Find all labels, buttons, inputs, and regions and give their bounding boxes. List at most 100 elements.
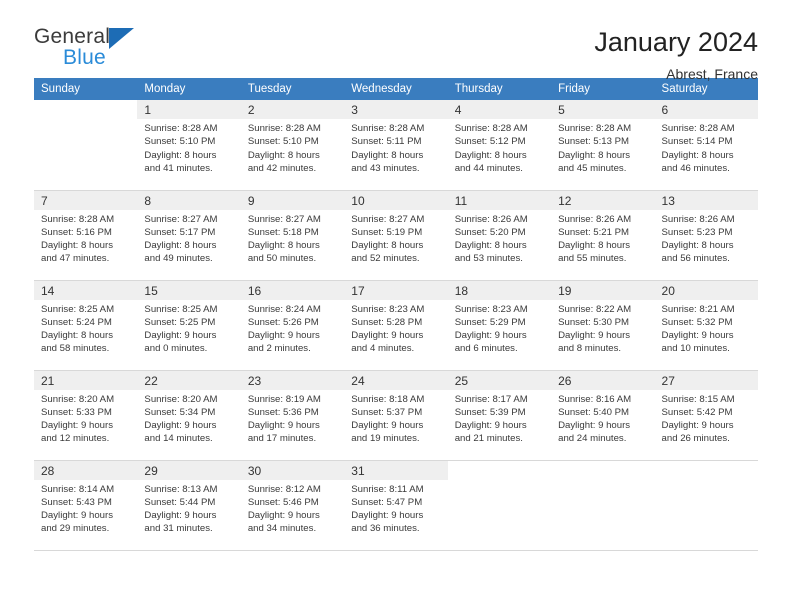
calendar-week-row: 14 Sunrise: 8:25 AM Sunset: 5:24 PM Dayli… <box>34 280 758 369</box>
day-number: 17 <box>344 280 448 300</box>
day-number: 4 <box>447 100 552 119</box>
day-sun-info <box>34 119 137 122</box>
day-number: 23 <box>240 370 345 390</box>
calendar-day-cell[interactable]: 7 Sunrise: 8:28 AM Sunset: 5:16 PM Daylig… <box>34 190 138 279</box>
calendar-week-row: 28 Sunrise: 8:14 AM Sunset: 5:43 PM Dayli… <box>34 460 758 549</box>
calendar-day-cell[interactable]: 13 Sunrise: 8:26 AM Sunset: 5:23 PM Dayli… <box>654 190 758 279</box>
day-sun-info: Sunrise: 8:28 AM Sunset: 5:13 PM Dayligh… <box>558 123 632 174</box>
calendar-day-cell[interactable]: 26 Sunrise: 8:16 AM Sunset: 5:40 PM Dayli… <box>551 370 655 459</box>
day-sun-info: Sunrise: 8:26 AM Sunset: 5:20 PM Dayligh… <box>454 213 528 265</box>
calendar-day-cell[interactable]: 6 Sunrise: 8:28 AM Sunset: 5:14 PM Daylig… <box>654 100 758 189</box>
day-sun-info: Sunrise: 8:20 AM Sunset: 5:33 PM Dayligh… <box>41 393 115 445</box>
weekday-header-wednesday: Wednesday <box>344 78 448 100</box>
day-number <box>551 460 655 480</box>
calendar-day-cell[interactable]: 22 Sunrise: 8:20 AM Sunset: 5:34 PM Dayli… <box>137 370 241 459</box>
general-blue-logo: General Blue <box>34 26 174 78</box>
day-sun-info: Sunrise: 8:23 AM Sunset: 5:28 PM Dayligh… <box>351 303 425 355</box>
day-sun-info: Sunrise: 8:22 AM Sunset: 5:30 PM Dayligh… <box>558 303 632 355</box>
day-number: 29 <box>137 460 241 480</box>
calendar-day-cell[interactable]: 20 Sunrise: 8:21 AM Sunset: 5:32 PM Dayli… <box>654 280 758 369</box>
calendar-day-cell[interactable]: 2 Sunrise: 8:28 AM Sunset: 5:10 PM Daylig… <box>240 100 345 189</box>
calendar-empty-cell <box>551 460 655 549</box>
day-number: 10 <box>344 190 448 210</box>
page-title: January 2024 <box>594 27 758 57</box>
day-sun-info: Sunrise: 8:26 AM Sunset: 5:23 PM Dayligh… <box>661 213 735 265</box>
day-number: 24 <box>344 370 448 390</box>
week-separator-line <box>34 549 758 551</box>
day-number <box>447 460 552 480</box>
day-sun-info: Sunrise: 8:25 AM Sunset: 5:25 PM Dayligh… <box>144 303 218 355</box>
calendar-day-cell[interactable]: 14 Sunrise: 8:25 AM Sunset: 5:24 PM Dayli… <box>34 280 138 369</box>
day-sun-info: Sunrise: 8:28 AM Sunset: 5:12 PM Dayligh… <box>454 123 528 174</box>
calendar-day-cell[interactable]: 5 Sunrise: 8:28 AM Sunset: 5:13 PM Daylig… <box>551 100 655 189</box>
calendar-day-cell[interactable]: 18 Sunrise: 8:23 AM Sunset: 5:29 PM Dayli… <box>447 280 552 369</box>
day-sun-info: Sunrise: 8:14 AM Sunset: 5:43 PM Dayligh… <box>41 483 115 535</box>
day-number: 8 <box>137 190 241 210</box>
title-block: January 2024 Abrest, France <box>594 26 758 82</box>
day-sun-info: Sunrise: 8:25 AM Sunset: 5:24 PM Dayligh… <box>41 303 115 355</box>
calendar-empty-cell <box>34 100 138 189</box>
day-sun-info: Sunrise: 8:16 AM Sunset: 5:40 PM Dayligh… <box>558 393 632 445</box>
calendar-day-cell[interactable]: 9 Sunrise: 8:27 AM Sunset: 5:18 PM Daylig… <box>240 190 345 279</box>
calendar-empty-cell <box>654 460 758 549</box>
calendar-day-cell[interactable]: 24 Sunrise: 8:18 AM Sunset: 5:37 PM Dayli… <box>344 370 448 459</box>
day-sun-info: Sunrise: 8:28 AM Sunset: 5:16 PM Dayligh… <box>41 213 115 265</box>
weekday-header-sunday: Sunday <box>34 78 138 100</box>
day-number: 16 <box>240 280 345 300</box>
day-sun-info: Sunrise: 8:20 AM Sunset: 5:34 PM Dayligh… <box>144 393 218 445</box>
day-number: 15 <box>137 280 241 300</box>
calendar-day-cell[interactable]: 16 Sunrise: 8:24 AM Sunset: 5:26 PM Dayli… <box>240 280 345 369</box>
day-number: 13 <box>654 190 758 210</box>
calendar-day-cell[interactable]: 15 Sunrise: 8:25 AM Sunset: 5:25 PM Dayli… <box>137 280 241 369</box>
day-sun-info <box>655 480 758 483</box>
day-number: 7 <box>34 190 138 210</box>
day-number <box>654 460 758 480</box>
day-sun-info: Sunrise: 8:26 AM Sunset: 5:21 PM Dayligh… <box>558 213 632 265</box>
week-separator <box>34 549 758 551</box>
day-sun-info: Sunrise: 8:15 AM Sunset: 5:42 PM Dayligh… <box>661 393 735 445</box>
calendar-day-cell[interactable]: 28 Sunrise: 8:14 AM Sunset: 5:43 PM Dayli… <box>34 460 138 549</box>
weekday-header-monday: Monday <box>137 78 241 100</box>
day-sun-info: Sunrise: 8:27 AM Sunset: 5:17 PM Dayligh… <box>144 213 218 265</box>
calendar-day-cell[interactable]: 25 Sunrise: 8:17 AM Sunset: 5:39 PM Dayli… <box>447 370 552 459</box>
day-number: 28 <box>34 460 138 480</box>
calendar-day-cell[interactable]: 23 Sunrise: 8:19 AM Sunset: 5:36 PM Dayli… <box>240 370 345 459</box>
calendar-day-cell[interactable]: 30 Sunrise: 8:12 AM Sunset: 5:46 PM Dayli… <box>240 460 345 549</box>
calendar-week-row: 21 Sunrise: 8:20 AM Sunset: 5:33 PM Dayli… <box>34 370 758 459</box>
day-number: 1 <box>137 100 241 119</box>
day-number: 18 <box>447 280 552 300</box>
day-sun-info: Sunrise: 8:28 AM Sunset: 5:10 PM Dayligh… <box>247 123 321 174</box>
day-sun-info: Sunrise: 8:28 AM Sunset: 5:10 PM Dayligh… <box>144 123 218 174</box>
calendar-day-cell[interactable]: 11 Sunrise: 8:26 AM Sunset: 5:20 PM Dayli… <box>447 190 552 279</box>
calendar-day-cell[interactable]: 21 Sunrise: 8:20 AM Sunset: 5:33 PM Dayli… <box>34 370 138 459</box>
day-number: 12 <box>551 190 655 210</box>
calendar-day-cell[interactable]: 29 Sunrise: 8:13 AM Sunset: 5:44 PM Dayli… <box>137 460 241 549</box>
calendar-day-cell[interactable]: 19 Sunrise: 8:22 AM Sunset: 5:30 PM Dayli… <box>551 280 655 369</box>
calendar-day-cell[interactable]: 3 Sunrise: 8:28 AM Sunset: 5:11 PM Daylig… <box>344 100 448 189</box>
day-number: 26 <box>551 370 655 390</box>
day-number: 25 <box>447 370 552 390</box>
calendar-day-cell[interactable]: 1 Sunrise: 8:28 AM Sunset: 5:10 PM Daylig… <box>137 100 241 189</box>
day-sun-info: Sunrise: 8:27 AM Sunset: 5:18 PM Dayligh… <box>247 213 321 265</box>
weekday-header-thursday: Thursday <box>447 78 552 100</box>
calendar-day-cell[interactable]: 4 Sunrise: 8:28 AM Sunset: 5:12 PM Daylig… <box>447 100 552 189</box>
day-number: 22 <box>137 370 241 390</box>
calendar-day-cell[interactable]: 27 Sunrise: 8:15 AM Sunset: 5:42 PM Dayli… <box>654 370 758 459</box>
calendar-day-cell[interactable]: 10 Sunrise: 8:27 AM Sunset: 5:19 PM Dayli… <box>344 190 448 279</box>
calendar-day-cell[interactable]: 17 Sunrise: 8:23 AM Sunset: 5:28 PM Dayli… <box>344 280 448 369</box>
day-number: 14 <box>34 280 138 300</box>
day-sun-info: Sunrise: 8:28 AM Sunset: 5:11 PM Dayligh… <box>351 123 425 174</box>
day-sun-info: Sunrise: 8:11 AM Sunset: 5:47 PM Dayligh… <box>351 483 424 535</box>
calendar-day-cell[interactable]: 8 Sunrise: 8:27 AM Sunset: 5:17 PM Daylig… <box>137 190 241 279</box>
calendar-page: General Blue January 2024 Abrest, France… <box>0 0 792 612</box>
calendar-day-cell[interactable]: 12 Sunrise: 8:26 AM Sunset: 5:21 PM Dayli… <box>551 190 655 279</box>
day-number: 3 <box>344 100 448 119</box>
calendar-empty-cell <box>447 460 552 549</box>
day-sun-info: Sunrise: 8:28 AM Sunset: 5:14 PM Dayligh… <box>661 123 735 174</box>
calendar-day-cell[interactable]: 31 Sunrise: 8:11 AM Sunset: 5:47 PM Dayli… <box>344 460 448 549</box>
day-number: 21 <box>34 370 138 390</box>
day-sun-info: Sunrise: 8:19 AM Sunset: 5:36 PM Dayligh… <box>247 393 321 445</box>
day-sun-info <box>448 480 551 483</box>
page-subtitle-location: Abrest, France <box>666 65 758 82</box>
day-number: 9 <box>240 190 345 210</box>
